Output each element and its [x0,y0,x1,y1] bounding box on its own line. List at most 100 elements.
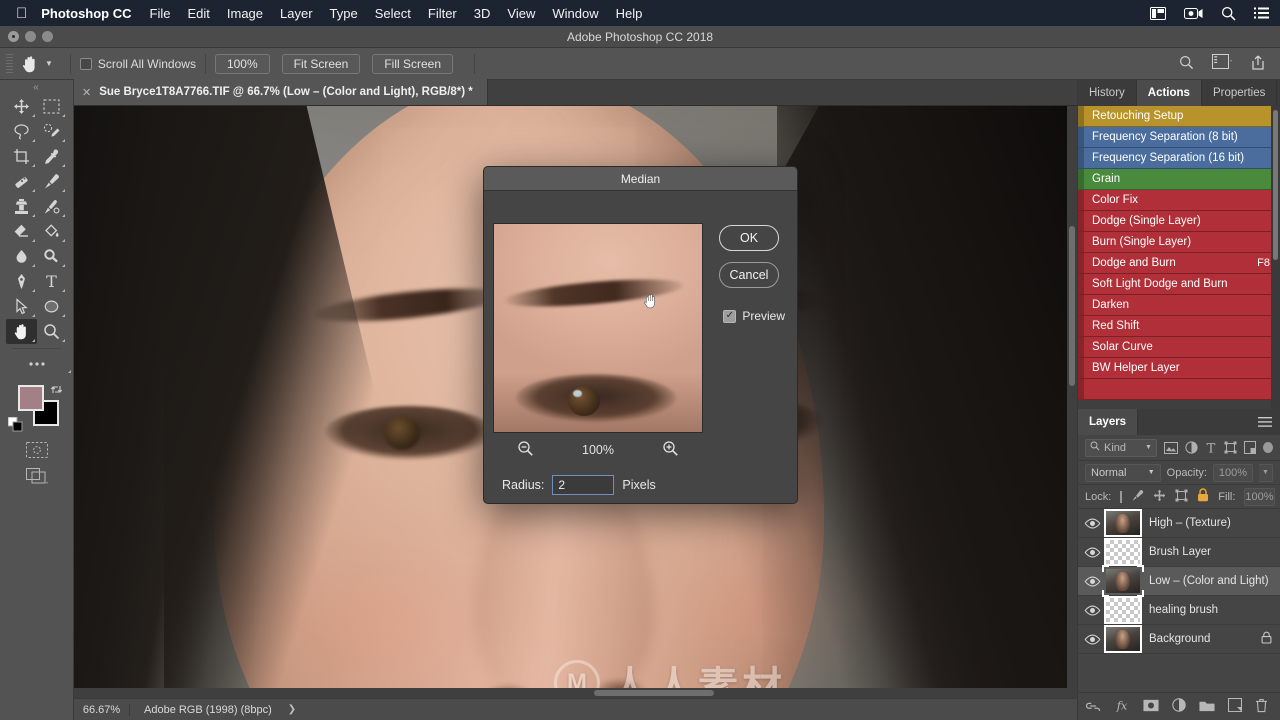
table-row[interactable]: Low – (Color and Light) [1078,565,1280,597]
history-brush-tool[interactable] [37,194,68,219]
action-row[interactable]: Darken [1078,295,1280,316]
rectangular-marquee-tool[interactable] [37,94,68,119]
action-row[interactable]: Red Shift [1078,316,1280,337]
layer-thumbnail[interactable] [1104,538,1142,566]
menu-layer[interactable]: Layer [280,6,313,21]
canvas-vertical-scrollbar[interactable] [1067,106,1077,698]
menu-file[interactable]: File [150,6,171,21]
fit-screen-button[interactable]: Fit Screen [281,53,361,74]
filter-shape-icon[interactable] [1224,441,1237,454]
add-layer-mask-icon[interactable] [1143,699,1159,715]
eye-visibility-icon[interactable] [1078,576,1106,587]
filter-type-icon[interactable]: T [1205,441,1217,454]
quick-mask-mode-icon[interactable] [0,437,73,463]
eye-visibility-icon[interactable] [1078,547,1106,558]
workspace-switcher-icon[interactable] [1212,54,1232,73]
sidebar-icon[interactable] [1150,6,1166,20]
close-tab-icon[interactable]: ✕ [82,86,91,99]
layer-list[interactable]: High – (Texture) Brush Layer Low – (Colo… [1078,509,1280,692]
minimize-window-button[interactable] [25,31,36,42]
table-row[interactable]: healing brush [1078,596,1280,625]
action-row[interactable]: Dodge (Single Layer) [1078,211,1280,232]
filter-smart-object-icon[interactable] [1243,441,1256,454]
apple-logo-icon[interactable]:  [16,6,27,21]
fill-screen-button[interactable]: Fill Screen [372,53,454,74]
blur-tool[interactable] [6,244,37,269]
radius-input[interactable]: 2 [552,475,615,495]
layer-thumbnail[interactable] [1104,625,1142,653]
chevron-down-icon[interactable]: ▼ [1145,444,1152,451]
action-row[interactable]: Solar Curve [1078,337,1280,358]
search-icon[interactable] [1179,55,1194,73]
menu-window[interactable]: Window [552,6,598,21]
preview-checkbox[interactable]: ✓ Preview [723,309,785,323]
maximize-window-button[interactable] [42,31,53,42]
lasso-tool[interactable] [6,119,37,144]
action-row[interactable]: Frequency Separation (8 bit) [1078,127,1280,148]
canvas-horizontal-scrollbar[interactable] [74,688,1067,698]
eraser-tool[interactable] [6,219,37,244]
menu-type[interactable]: Type [330,6,358,21]
control-center-icon[interactable] [1254,7,1270,19]
eye-visibility-icon[interactable] [1078,605,1106,616]
filter-kind-select[interactable]: Kind ▼ [1085,438,1157,457]
eye-visibility-icon[interactable] [1078,634,1106,645]
pen-tool[interactable] [6,269,37,294]
scrollbar-thumb[interactable] [1069,226,1075,386]
lock-image-pixels-icon[interactable] [1131,489,1144,505]
opacity-chevron-down-icon[interactable]: ▼ [1259,463,1273,482]
new-layer-icon[interactable] [1227,697,1243,715]
fill-value[interactable]: 100% [1244,487,1275,506]
new-group-icon[interactable] [1199,699,1215,715]
dialog-preview[interactable] [493,223,703,433]
action-row[interactable]: Burn (Single Layer) [1078,232,1280,253]
actions-list[interactable]: Retouching Setup Frequency Separation (8… [1078,106,1280,409]
tool-preset-chevron-down-icon[interactable]: ▼ [45,59,53,68]
action-row[interactable]: BW Helper Layer [1078,358,1280,379]
document-info[interactable]: Adobe RGB (1998) (8bpc) ❯ [130,704,306,716]
swap-colors-icon[interactable] [50,383,63,399]
spot-healing-brush-tool[interactable] [6,169,37,194]
options-bar-grip[interactable] [6,53,13,74]
tab-layers[interactable]: Layers [1078,409,1139,435]
menu-select[interactable]: Select [375,6,411,21]
cancel-button[interactable]: Cancel [719,262,779,288]
paint-bucket-tool[interactable] [37,219,68,244]
share-icon[interactable] [1250,54,1266,74]
close-window-button[interactable] [8,31,19,42]
zoom-out-icon[interactable] [517,440,534,460]
checkbox-checked-icon[interactable]: ✓ [723,309,737,323]
dodge-tool[interactable] [37,244,68,269]
eye-visibility-icon[interactable] [1078,518,1106,529]
action-row[interactable]: Retouching Setup [1078,106,1280,127]
layer-thumbnail[interactable] [1102,565,1144,597]
default-colors-icon[interactable] [7,416,23,435]
path-selection-tool[interactable] [6,294,37,319]
scrollbar-thumb[interactable] [594,690,714,696]
table-row[interactable]: Brush Layer [1078,538,1280,567]
zoom-in-icon[interactable] [662,440,679,460]
action-row[interactable]: Soft Light Dodge and Burn [1078,274,1280,295]
brush-tool[interactable] [37,169,68,194]
ellipse-shape-tool[interactable] [37,294,68,319]
lock-transparent-pixels-icon[interactable] [1120,490,1123,503]
hand-tool[interactable] [6,319,37,344]
ok-button[interactable]: OK [719,225,779,251]
zoom-100-button[interactable]: 100% [214,53,270,74]
layer-style-fx-icon[interactable]: fx [1114,699,1130,715]
new-adjustment-layer-icon[interactable] [1172,698,1186,715]
menu-edit[interactable]: Edit [187,6,209,21]
actions-scrollbar[interactable] [1271,106,1280,409]
lock-position-icon[interactable] [1153,489,1166,505]
action-row[interactable] [1078,379,1280,400]
screen-mode-icon[interactable] [0,463,73,489]
eyedropper-tool[interactable] [37,144,68,169]
tab-actions[interactable]: Actions [1136,80,1202,106]
link-layers-icon[interactable] [1085,700,1101,714]
action-row[interactable]: Grain [1078,169,1280,190]
scrollbar-thumb[interactable] [1273,110,1278,260]
opacity-value[interactable]: 100% [1213,463,1253,482]
quick-selection-tool[interactable] [37,119,68,144]
filter-toggle-icon[interactable] [1262,442,1273,453]
collapse-panel-icon[interactable]: « [0,80,73,94]
